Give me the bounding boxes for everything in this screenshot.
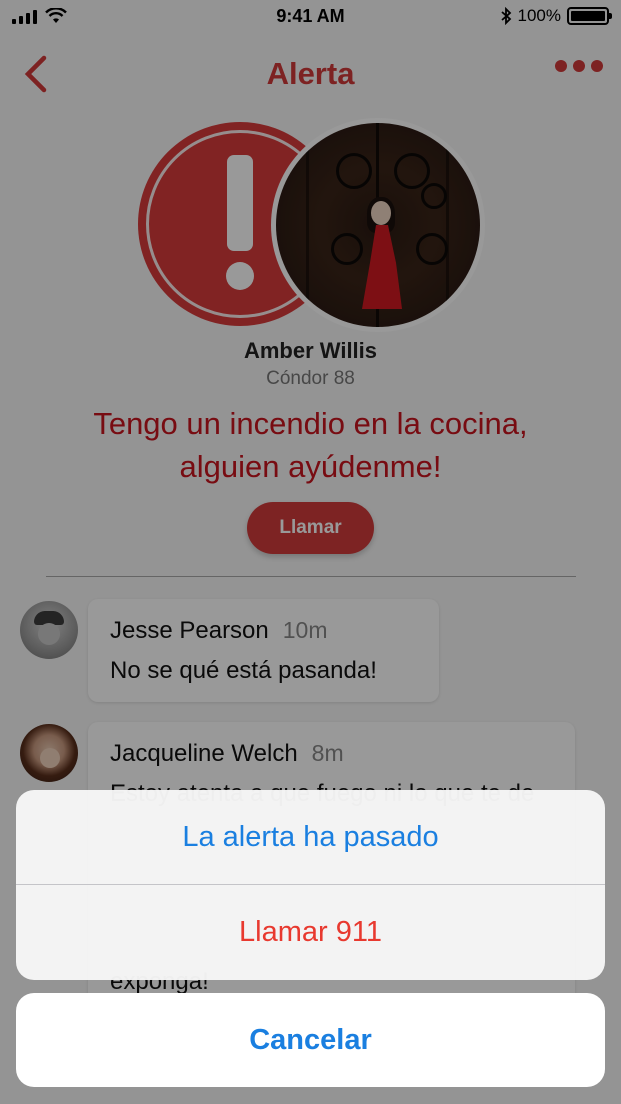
cancel-button[interactable]: Cancelar bbox=[16, 993, 605, 1087]
alert-screen: 9:41 AM 100% Alerta Amber Willis Cóndor … bbox=[0, 0, 621, 1104]
call-911-option[interactable]: Llamar 911 bbox=[16, 885, 605, 979]
alert-passed-option[interactable]: La alerta ha pasado bbox=[16, 790, 605, 884]
action-sheet: La alerta ha pasado Llamar 911 bbox=[16, 790, 605, 980]
